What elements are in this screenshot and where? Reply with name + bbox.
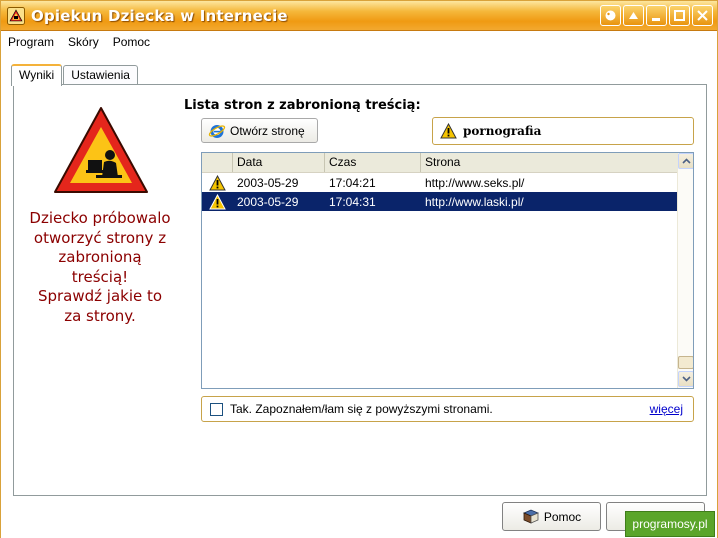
scroll-thumb[interactable] xyxy=(678,356,693,369)
maximize-icon xyxy=(674,10,685,21)
acknowledge-checkbox[interactable] xyxy=(210,402,223,416)
window-title: Opiekun Dziecka w Internecie xyxy=(31,7,288,25)
title-bar-buttons xyxy=(600,5,713,26)
close-icon xyxy=(697,10,708,21)
menu-program[interactable]: Program xyxy=(7,33,55,51)
watermark-badge: programosy.pl xyxy=(625,511,715,537)
chevron-down-icon xyxy=(681,376,691,382)
column-header-date[interactable]: Data xyxy=(233,153,325,172)
tab-results[interactable]: Wyniki xyxy=(11,64,63,86)
column-header-time[interactable]: Czas xyxy=(325,153,421,172)
rollup-button[interactable] xyxy=(623,5,644,26)
column-header-icon[interactable] xyxy=(202,153,233,172)
warning-line: za strony. xyxy=(64,306,136,325)
row-time: 17:04:21 xyxy=(329,175,376,190)
acknowledge-label[interactable]: Tak. Zapoznałem/łam się z powyższymi str… xyxy=(230,402,493,416)
open-page-label: Otwórz stronę xyxy=(230,123,305,138)
title-bar[interactable]: Opiekun Dziecka w Internecie xyxy=(1,1,717,31)
chevron-up-icon xyxy=(681,158,691,164)
tab-strip: Wyniki Ustawienia xyxy=(11,63,139,86)
open-page-button[interactable]: Otwórz stronę xyxy=(201,118,318,143)
app-icon xyxy=(7,7,25,25)
close-window-button[interactable] xyxy=(692,5,713,26)
warning-message: Dziecko próbowalo otworzyć strony z zabr… xyxy=(14,209,186,326)
table-row[interactable]: 2003-05-29 17:04:21 http://www.seks.pl/ xyxy=(202,173,678,192)
more-link[interactable]: więcej xyxy=(650,402,683,416)
triangle-up-icon xyxy=(629,12,638,19)
warning-icon xyxy=(209,193,226,209)
warning-line: treścią! xyxy=(71,267,129,286)
scroll-down-button[interactable] xyxy=(678,371,693,387)
vertical-scrollbar[interactable] xyxy=(677,153,693,388)
list-title: Lista stron z zabronioną treścią: xyxy=(184,98,421,113)
blocked-pages-list[interactable]: Data Czas Strona 2003-05-29 17:04:21 htt… xyxy=(201,152,694,389)
menu-help[interactable]: Pomoc xyxy=(112,33,151,51)
ie-icon xyxy=(208,124,226,138)
warning-sign-icon xyxy=(54,107,148,193)
menu-bar: Program Skóry Pomoc xyxy=(1,31,717,53)
warning-icon xyxy=(209,174,226,190)
help-button-label: Pomoc xyxy=(543,509,582,524)
row-date: 2003-05-29 xyxy=(237,175,299,190)
help-button[interactable]: Pomoc xyxy=(502,502,601,531)
maximize-button[interactable] xyxy=(669,5,690,26)
warning-line: otworzyć strony z xyxy=(33,228,167,247)
book-icon xyxy=(522,509,539,524)
acknowledge-box: Tak. Zapoznałem/łam się z powyższymi str… xyxy=(201,396,694,422)
palette-icon xyxy=(605,10,616,21)
client-area: Wyniki Ustawienia Dziecko próbowalo otwo… xyxy=(1,53,717,538)
minimize-icon xyxy=(652,18,660,21)
list-header: Data Czas Strona xyxy=(202,153,678,173)
results-panel: Dziecko próbowalo otworzyć strony z zabr… xyxy=(13,84,707,496)
minimize-button[interactable] xyxy=(646,5,667,26)
tab-settings[interactable]: Ustawienia xyxy=(63,65,138,85)
row-url: http://www.laski.pl/ xyxy=(425,194,524,209)
table-row-selected[interactable]: 2003-05-29 17:04:31 http://www.laski.pl/ xyxy=(202,192,678,211)
warning-line: Sprawdź jakie to xyxy=(37,287,163,305)
row-url: http://www.seks.pl/ xyxy=(425,175,525,190)
category-box: pornografia xyxy=(432,117,694,145)
skin-button[interactable] xyxy=(600,5,621,26)
app-window: Opiekun Dziecka w Internecie Program Skó… xyxy=(0,0,718,538)
row-date: 2003-05-29 xyxy=(237,194,299,209)
row-time: 17:04:31 xyxy=(329,194,376,209)
menu-skins[interactable]: Skóry xyxy=(67,33,100,51)
warning-icon xyxy=(440,123,457,139)
warning-line: Dziecko próbowalo xyxy=(29,209,171,227)
category-label: pornografia xyxy=(463,124,542,138)
scroll-up-button[interactable] xyxy=(678,153,693,169)
column-header-url[interactable]: Strona xyxy=(421,153,678,172)
warning-line: zabronioną xyxy=(58,248,142,266)
